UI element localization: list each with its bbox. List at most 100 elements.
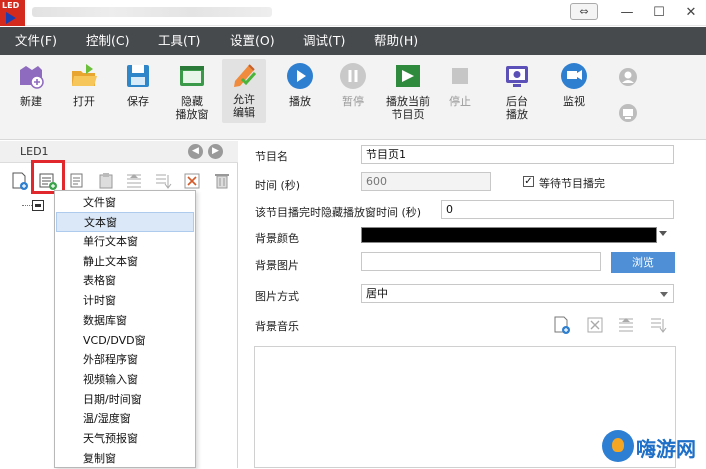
save-label: 保存	[127, 95, 149, 108]
site-watermark: 嗨游网	[596, 424, 706, 468]
dropdown-item-date-time-window[interactable]: 日期/时间窗	[56, 390, 194, 410]
open-label: 打开	[73, 95, 95, 108]
maximize-button[interactable]: ☐	[646, 3, 672, 23]
dropdown-item-text-window[interactable]: 文本窗	[56, 212, 194, 232]
app-logo-text: LED	[2, 1, 20, 10]
new-button[interactable]: 新建	[9, 61, 53, 108]
paste-icon[interactable]	[96, 171, 116, 191]
pause-icon	[338, 61, 368, 91]
allow-edit-label: 允许 编辑	[233, 93, 255, 119]
dropdown-item-copy-window[interactable]: 复制窗	[56, 449, 194, 469]
image-mode-dropdown-icon[interactable]	[660, 292, 668, 297]
dropdown-item-database-window[interactable]: 数据库窗	[56, 311, 194, 331]
program-name-label: 节目名	[255, 150, 288, 163]
bg-music-label: 背景音乐	[255, 320, 299, 333]
watermark-text: 嗨游网	[636, 437, 696, 461]
watermark-logo-icon	[602, 430, 634, 462]
new-page-icon[interactable]	[10, 171, 30, 191]
hide-window-time-input[interactable]: 0	[441, 200, 674, 219]
open-button[interactable]: 打开	[62, 61, 106, 108]
program-properties-panel: 节目名 节目页1 时间 (秒) 600 ✓ 等待节目播完 该节目播完时隐藏播放窗…	[239, 141, 706, 468]
menu-tools[interactable]: 工具(T)	[158, 27, 200, 55]
image-mode-select[interactable]: 居中	[361, 284, 674, 303]
bg-color-picker[interactable]	[361, 227, 657, 243]
dropdown-item-file-window[interactable]: 文件窗	[56, 193, 194, 213]
save-button[interactable]: 保存	[116, 61, 160, 108]
play-label: 播放	[289, 95, 311, 108]
restore-toggle-icon[interactable]: ⇔	[570, 3, 598, 20]
bg-color-label: 背景颜色	[255, 232, 299, 245]
stop-button[interactable]: 停止	[438, 61, 482, 108]
menu-debug[interactable]: 调试(T)	[303, 27, 345, 55]
close-button[interactable]: ✕	[678, 3, 704, 23]
title-bar: LED ⇔ — ☐ ✕	[0, 0, 706, 26]
add-window-highlight-box	[31, 160, 65, 194]
stop-icon	[445, 61, 475, 91]
dropdown-item-single-line-text-window[interactable]: 单行文本窗	[56, 232, 194, 252]
save-disk-icon	[123, 61, 153, 91]
background-play-label: 后台 播放	[506, 95, 528, 121]
dropdown-item-temperature-humidity-window[interactable]: 温/湿度窗	[56, 409, 194, 429]
main-toolbar: 新建 打开 保存 隐藏 播放窗 允许 编辑 播放 暂停 播放当前 节目页 停止 …	[0, 55, 706, 140]
window-title-blurred	[32, 7, 272, 17]
move-up-icon[interactable]	[124, 171, 144, 191]
menu-bar: 文件(F) 控制(C) 工具(T) 设置(O) 调试(T) 帮助(H)	[0, 27, 706, 55]
bg-image-label: 背景图片	[255, 259, 299, 272]
menu-file[interactable]: 文件(F)	[15, 27, 57, 55]
program-name-input[interactable]: 节目页1	[361, 145, 674, 164]
program-page-icon[interactable]	[32, 200, 44, 211]
bg-image-input[interactable]	[361, 252, 601, 271]
prev-screen-icon[interactable]: ◀	[188, 144, 203, 159]
new-label: 新建	[20, 95, 42, 108]
bg-color-dropdown-icon[interactable]	[659, 231, 667, 236]
hide-window-time-label: 该节目播完时隐藏播放窗时间 (秒)	[255, 206, 422, 219]
move-down-icon[interactable]	[153, 171, 173, 191]
user-avatar-icon-2[interactable]	[618, 103, 638, 123]
dropdown-item-timer-window[interactable]: 计时窗	[56, 291, 194, 311]
app-logo: LED	[0, 0, 25, 26]
hide-window-label: 隐藏 播放窗	[175, 95, 209, 121]
new-file-icon	[16, 61, 46, 91]
music-move-up-icon[interactable]	[616, 315, 636, 335]
wait-finish-checkbox[interactable]: ✓	[523, 176, 534, 187]
hide-window-button[interactable]: 隐藏 播放窗	[170, 61, 214, 121]
stop-label: 停止	[449, 95, 471, 108]
pause-label: 暂停	[342, 95, 364, 108]
monitor-label: 监视	[563, 95, 585, 108]
dropdown-item-external-program-window[interactable]: 外部程序窗	[56, 350, 194, 370]
dropdown-item-table-window[interactable]: 表格窗	[56, 271, 194, 291]
menu-help[interactable]: 帮助(H)	[374, 27, 418, 55]
app-logo-triangle-icon	[6, 12, 16, 24]
trash-icon[interactable]	[212, 171, 232, 191]
hide-window-icon	[177, 61, 207, 91]
monitor-button[interactable]: 监视	[552, 61, 596, 108]
play-icon	[285, 61, 315, 91]
dropdown-item-static-text-window[interactable]: 静止文本窗	[56, 252, 194, 272]
copy-icon[interactable]	[66, 171, 86, 191]
user-avatar-icon-1[interactable]	[618, 67, 638, 87]
next-screen-icon[interactable]: ▶	[208, 144, 223, 159]
led-screen-label[interactable]: LED1	[20, 145, 49, 158]
duration-input[interactable]: 600	[361, 172, 491, 191]
pause-button[interactable]: 暂停	[331, 61, 375, 108]
dropdown-item-weather-window[interactable]: 天气预报窗	[56, 429, 194, 449]
play-current-button[interactable]: 播放当前 节目页	[380, 61, 436, 121]
background-play-button[interactable]: 后台 播放	[495, 61, 539, 121]
add-window-dropdown: 文件窗 文本窗 单行文本窗 静止文本窗 表格窗 计时窗 数据库窗 VCD/DVD…	[54, 190, 196, 468]
dropdown-item-vcd-dvd-window[interactable]: VCD/DVD窗	[56, 331, 194, 351]
open-folder-icon	[69, 61, 99, 91]
minimize-button[interactable]: —	[614, 3, 640, 23]
music-move-down-icon[interactable]	[648, 315, 668, 335]
monitor-icon	[559, 61, 589, 91]
menu-control[interactable]: 控制(C)	[86, 27, 129, 55]
menu-settings[interactable]: 设置(O)	[230, 27, 275, 55]
add-music-icon[interactable]	[552, 315, 572, 335]
duration-label: 时间 (秒)	[255, 179, 301, 192]
browse-button[interactable]: 浏览	[611, 252, 675, 273]
delete-x-icon[interactable]	[182, 171, 202, 191]
play-button[interactable]: 播放	[278, 61, 322, 108]
remove-music-icon[interactable]	[585, 315, 605, 335]
allow-edit-button[interactable]: 允许 编辑	[222, 59, 266, 123]
edit-pencil-icon	[229, 59, 259, 89]
dropdown-item-video-input-window[interactable]: 视频输入窗	[56, 370, 194, 390]
